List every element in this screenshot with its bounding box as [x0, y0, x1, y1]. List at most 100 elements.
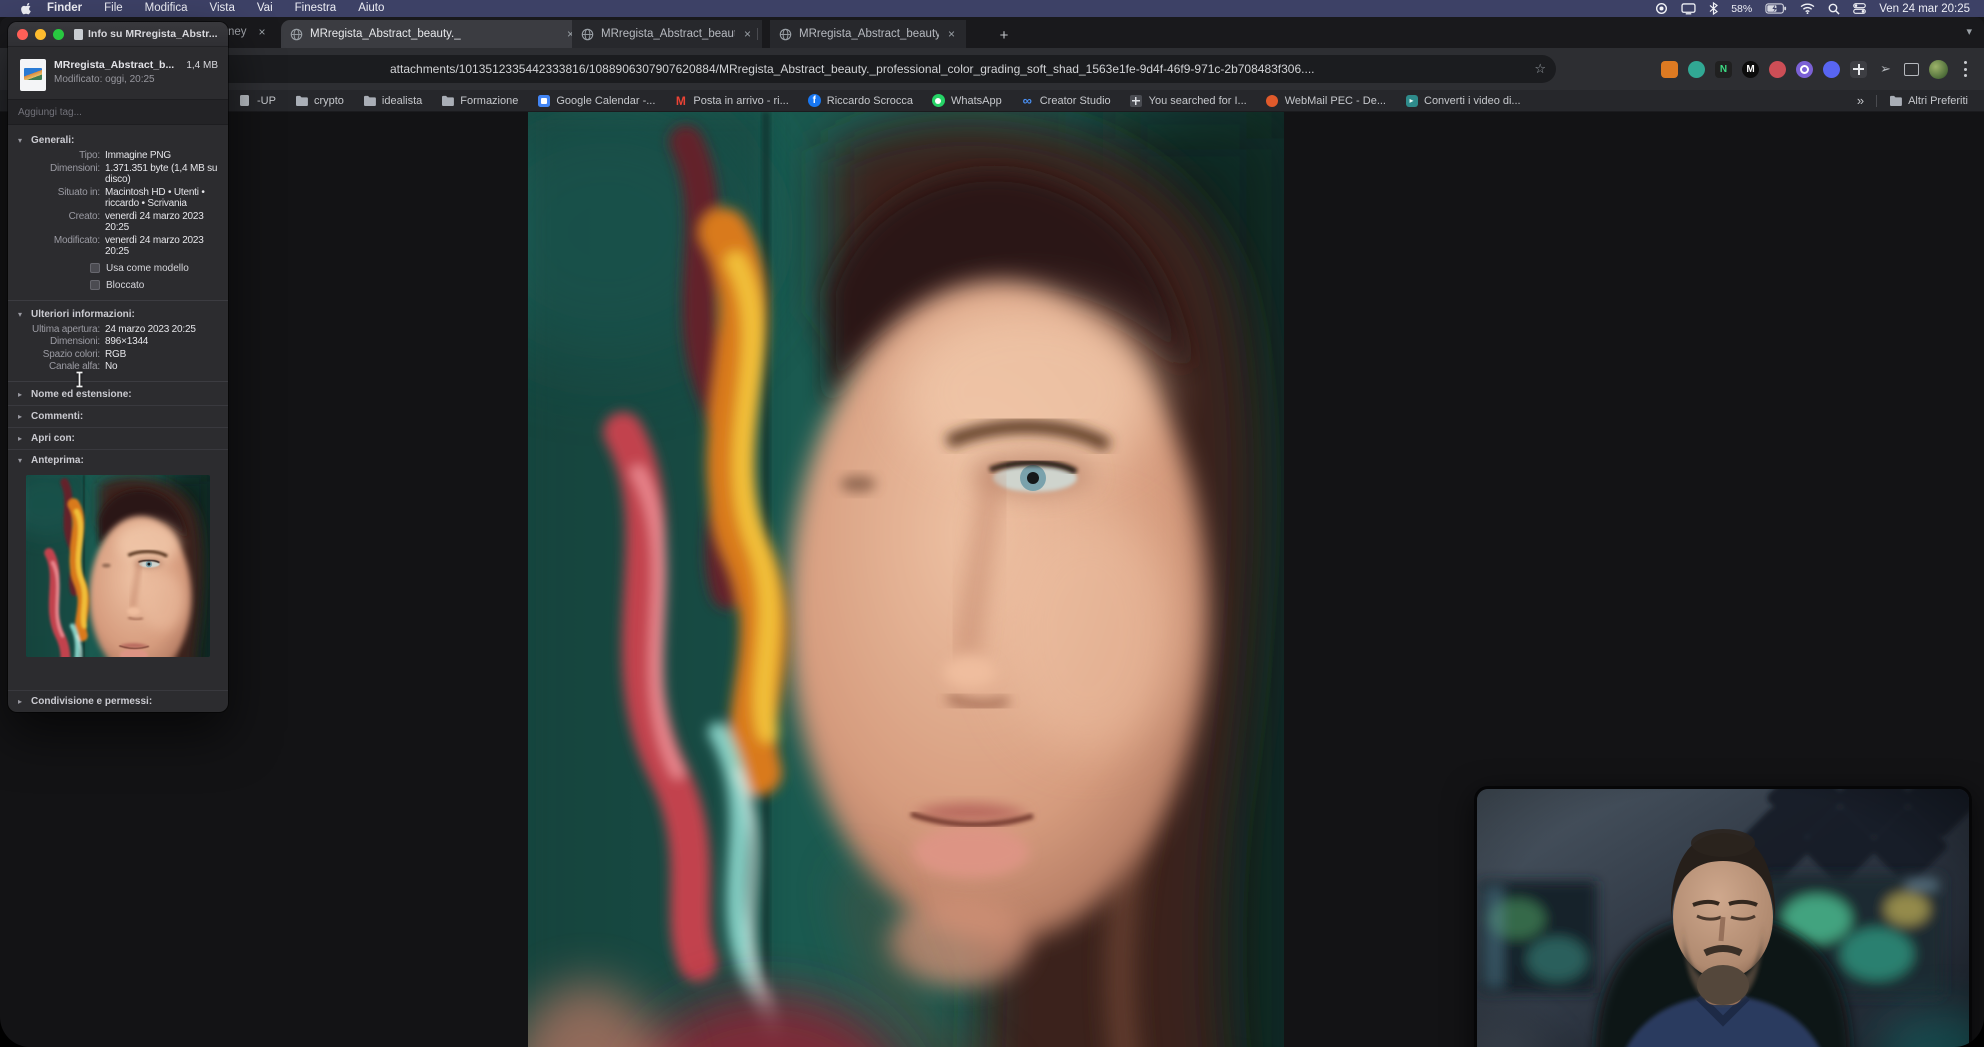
tab-mrregista-2[interactable]: MRregista_Abstract_beauty._ ×	[572, 20, 762, 48]
bookmarks-bar: -UP crypto idealista Formazione Google C…	[0, 90, 1984, 112]
folder-icon	[441, 94, 455, 107]
tab-label: MRregista_Abstract_beauty._	[310, 28, 461, 40]
bookmark-item[interactable]: f Riccardo Scrocca	[807, 94, 913, 107]
bookmarks-overflow-chevron[interactable]: »	[1857, 93, 1864, 108]
bookmark-item[interactable]: M Posta in arrivo - ri...	[674, 94, 789, 108]
wifi-icon[interactable]	[1800, 3, 1815, 14]
add-tags-field[interactable]: Aggiungi tag...	[8, 99, 228, 125]
bookmark-item[interactable]: WebMail PEC - De...	[1266, 94, 1386, 107]
battery-percentage: 58%	[1731, 2, 1753, 15]
spotlight-search-icon[interactable]	[1828, 3, 1840, 15]
bookmark-item-altri-preferiti[interactable]: Altri Preferiti	[1889, 94, 1968, 107]
webmail-icon	[1266, 94, 1279, 107]
extension-evernote-icon[interactable]: N	[1715, 60, 1732, 78]
background-tab-partial[interactable]: ney ×	[228, 25, 268, 39]
menubar-app-name[interactable]: Finder	[36, 0, 93, 17]
bookmark-item[interactable]: ∞ Creator Studio	[1021, 93, 1111, 108]
menu-aiuto[interactable]: Aiuto	[347, 0, 395, 17]
bookmark-label: Converti i video di...	[1424, 94, 1521, 107]
bookmark-item[interactable]: idealista	[363, 94, 422, 107]
bluetooth-icon[interactable]	[1709, 2, 1719, 15]
info-preview-image	[26, 474, 210, 657]
info-row: Situato in: Macintosh HD • Utenti • ricc…	[57, 186, 205, 210]
extension-red-icon[interactable]	[1769, 60, 1786, 78]
bookmark-item[interactable]: You searched for I...	[1130, 94, 1247, 107]
checkbox-usa-come-modello[interactable]: Usa come modello	[90, 263, 218, 274]
menu-file[interactable]: File	[93, 0, 134, 17]
menu-vai[interactable]: Vai	[246, 0, 284, 17]
extension-frame-icon[interactable]	[1904, 62, 1919, 76]
extension-share-icon[interactable]: ➢	[1877, 61, 1894, 78]
tab-mrregista-3[interactable]: MRregista_Abstract_beauty._ ×	[770, 20, 966, 48]
section-apri-con[interactable]: ▸ Apri con:	[18, 428, 218, 449]
bookmark-item[interactable]: Formazione	[441, 94, 518, 107]
bookmark-label: WebMail PEC - De...	[1284, 94, 1386, 107]
extension-purple-ring-icon[interactable]	[1796, 60, 1813, 78]
battery-icon[interactable]	[1765, 3, 1787, 14]
bookmark-label: Creator Studio	[1039, 94, 1111, 107]
section-anteprima[interactable]: ▾ Anteprima:	[18, 450, 218, 471]
bookmark-item[interactable]: WhatsApp	[931, 94, 1002, 107]
bookmark-star-icon[interactable]: ☆	[1534, 61, 1546, 77]
bookmark-item[interactable]: Google Calendar -...	[537, 94, 655, 107]
extension-teal-icon[interactable]	[1688, 60, 1705, 78]
chevron-right-icon: ▸	[18, 389, 23, 399]
tab-search-chevron-icon[interactable]: ▾	[1966, 25, 1972, 38]
chevron-down-icon: ▾	[18, 455, 23, 465]
url-address-bar[interactable]: attachments/1013512335442333816/10889063…	[150, 55, 1556, 83]
extension-grid-icon[interactable]	[1850, 60, 1867, 78]
page-icon	[240, 95, 249, 106]
section-ulteriori-informazioni[interactable]: ▾ Ulteriori informazioni:	[18, 309, 218, 320]
bookmark-item[interactable]: ▸ Converti i video di...	[1405, 94, 1521, 107]
menu-modifica[interactable]: Modifica	[134, 0, 199, 17]
close-window-button[interactable]	[17, 28, 28, 40]
close-tab-icon[interactable]: ×	[742, 27, 753, 41]
section-commenti[interactable]: ▸ Commenti:	[18, 406, 218, 427]
divider	[8, 380, 228, 382]
info-titlebar[interactable]: Info su MRregista_Abstr...	[8, 22, 228, 47]
section-generali[interactable]: ▾ Generali:	[18, 135, 218, 146]
profile-avatar[interactable]	[1929, 59, 1948, 79]
extension-discord-icon[interactable]	[1823, 60, 1840, 78]
meta-icon: ∞	[1022, 93, 1032, 108]
menu-finestra[interactable]: Finestra	[284, 0, 348, 17]
info-row: Spazio colori: RGB	[42, 348, 127, 360]
menubar-clock[interactable]: Ven 24 mar 20:25	[1879, 3, 1970, 15]
folder-icon	[363, 94, 376, 107]
checkbox-icon[interactable]	[90, 263, 100, 273]
webcam-overlay	[1474, 786, 1972, 1047]
text-cursor	[74, 371, 85, 388]
zoom-window-button[interactable]	[53, 28, 64, 40]
macos-menubar: Finder File Modifica Vista Vai Finestra …	[0, 0, 1984, 17]
browser-toolbar: attachments/1013512335442333816/10889063…	[0, 48, 1984, 90]
video-icon: ▸	[1405, 94, 1418, 107]
section-nome-ed-estensione[interactable]: ▸ Nome ed estensione:	[18, 384, 218, 405]
divider	[1876, 94, 1878, 107]
minimize-window-button[interactable]	[35, 28, 46, 40]
divider	[8, 299, 228, 301]
info-row: Dimensioni: 1.371.351 byte (1,4 MB su di…	[49, 162, 218, 186]
extension-m-circle-icon[interactable]: M	[1742, 60, 1759, 78]
bookmark-label: Google Calendar -...	[556, 94, 656, 107]
apple-menu-icon[interactable]	[14, 2, 36, 16]
menu-vista[interactable]: Vista	[199, 0, 246, 17]
close-tab-icon[interactable]: ×	[946, 27, 957, 41]
checkbox-icon[interactable]	[90, 280, 100, 290]
checkbox-bloccato[interactable]: Bloccato	[90, 280, 218, 291]
chevron-right-icon: ▸	[18, 433, 23, 443]
control-center-icon[interactable]	[1853, 3, 1867, 14]
record-indicator-icon[interactable]	[1655, 2, 1668, 15]
section-condivisione-e-permessi[interactable]: ▸ Condivisione e permessi:	[18, 691, 218, 712]
portrait-image[interactable]	[528, 112, 1284, 1047]
display-mirroring-icon[interactable]	[1681, 2, 1696, 15]
tab-mrregista-1[interactable]: MRregista_Abstract_beauty._ ×	[281, 20, 585, 48]
info-row: Canale alfa: No	[49, 361, 118, 372]
close-tab-icon[interactable]: ×	[257, 25, 268, 39]
tab-label: MRregista_Abstract_beauty._	[601, 28, 735, 40]
browser-menu-kebab-icon[interactable]	[1958, 60, 1974, 78]
globe-favicon	[290, 28, 303, 41]
bookmark-item[interactable]: -UP	[238, 94, 276, 107]
extension-orange-icon[interactable]	[1661, 60, 1678, 78]
bookmark-item[interactable]: crypto	[295, 94, 344, 107]
new-tab-button[interactable]: +	[992, 23, 1016, 47]
